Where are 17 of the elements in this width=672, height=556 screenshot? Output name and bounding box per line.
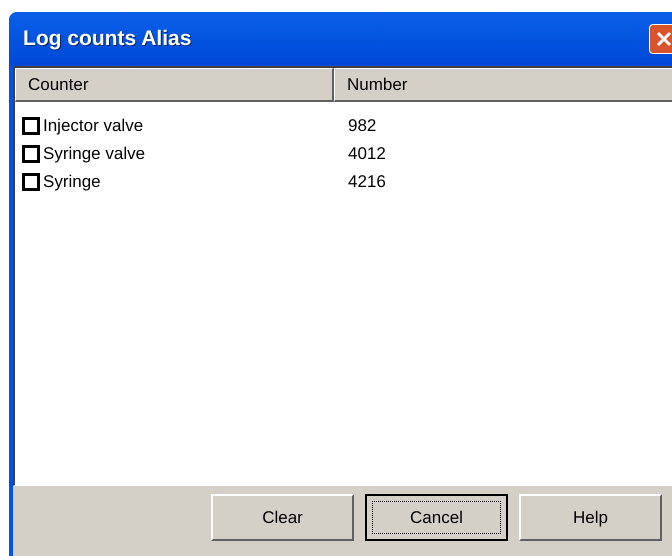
close-button[interactable] [649, 24, 672, 54]
counter-name: Syringe valve [43, 143, 146, 166]
counter-name: Injector valve [43, 115, 144, 138]
count-value: 4012 [347, 143, 386, 166]
close-icon [655, 30, 672, 48]
dialog-button[interactable]: Clear [211, 494, 354, 541]
checkbox[interactable] [22, 117, 40, 135]
checkbox[interactable] [22, 173, 40, 191]
counter-name: Syringe [43, 171, 101, 194]
dialog-button[interactable]: Cancel [365, 494, 508, 541]
column-header[interactable]: Number [334, 68, 672, 102]
dialog-button[interactable]: Help [519, 494, 662, 541]
column-header[interactable]: Counter [15, 68, 334, 102]
window-title: Log counts Alias [23, 26, 192, 52]
count-value: 4216 [347, 171, 386, 194]
checkbox[interactable] [22, 145, 40, 163]
count-value: 982 [347, 115, 376, 138]
